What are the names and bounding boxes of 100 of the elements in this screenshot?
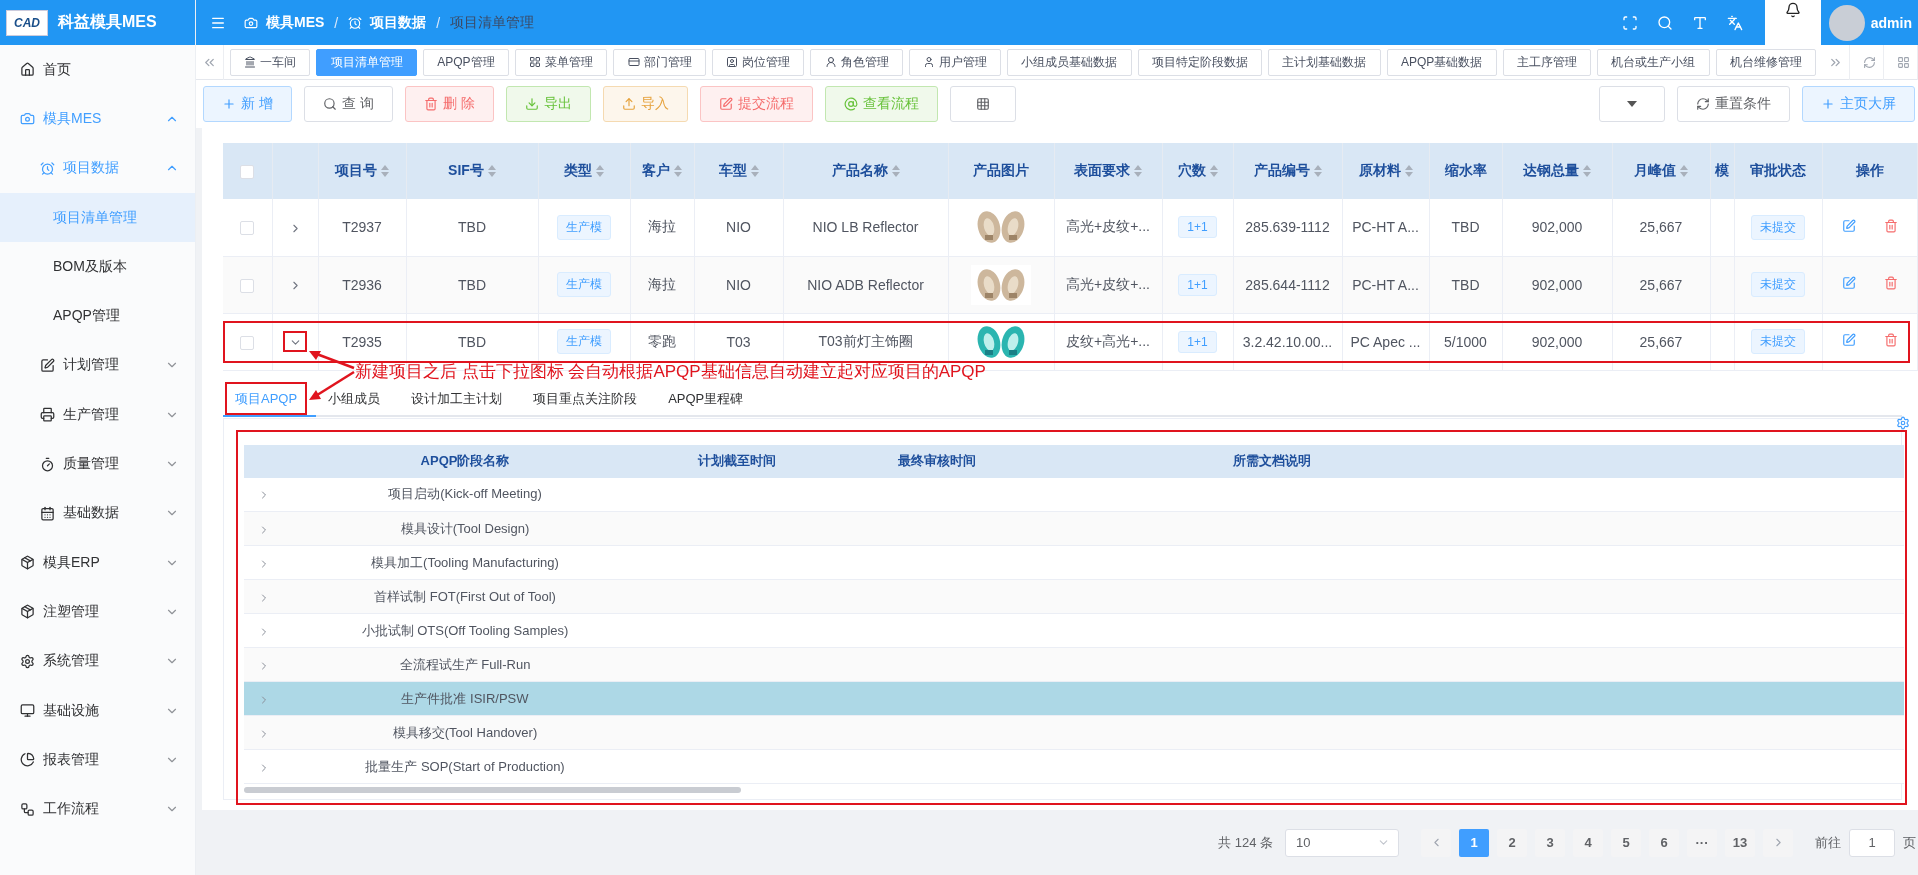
edit-icon[interactable]	[1841, 218, 1856, 233]
search-icon[interactable]	[1656, 14, 1673, 31]
tab[interactable]: 机台维修管理	[1715, 48, 1816, 76]
column-header[interactable]: 穴数	[1177, 162, 1206, 180]
sidebar-item[interactable]: 工作流程	[0, 784, 195, 834]
avatar[interactable]	[1828, 4, 1865, 41]
tab[interactable]: APQP管理	[422, 48, 509, 76]
trash-icon[interactable]	[1883, 276, 1898, 290]
trash-icon[interactable]	[1883, 333, 1898, 347]
sort-icon[interactable]	[1209, 165, 1218, 177]
tab[interactable]: 设计加工主计划	[399, 383, 522, 417]
refresh-icon	[1696, 97, 1710, 111]
sort-icon[interactable]	[1134, 165, 1142, 177]
workflow-icon	[20, 801, 35, 817]
fullscreen-icon[interactable]	[1621, 14, 1638, 31]
column-header[interactable]: 类型	[564, 162, 592, 180]
toolbar-button[interactable]: 重置条件	[1677, 86, 1790, 122]
grid-button[interactable]	[949, 86, 1016, 122]
sidebar-item[interactable]: 质量管理	[0, 439, 195, 489]
sort-icon[interactable]	[381, 165, 389, 177]
annotation-text: 新建项目之后 点击下拉图标 会自动根据APQP基础信息自动建立起对应项目的APQP	[355, 363, 986, 380]
font-size-icon[interactable]	[1691, 14, 1708, 31]
bell-icon[interactable]	[1784, 2, 1801, 18]
column-header[interactable]: 项目号	[335, 162, 377, 180]
column-header[interactable]: 表面要求	[1074, 162, 1130, 180]
toolbar-button[interactable]: 查 询	[303, 86, 393, 122]
page-button[interactable]: ···	[1687, 828, 1717, 857]
sidebar-item[interactable]: 注塑管理	[0, 587, 195, 637]
tab[interactable]: 机台或生产小组	[1597, 48, 1710, 76]
sidebar-item[interactable]: 基础设施	[0, 685, 195, 736]
grid-icon[interactable]	[1897, 55, 1910, 69]
page-size-select[interactable]: 10	[1285, 828, 1399, 857]
tab[interactable]: 项目重点关注阶段	[521, 383, 657, 417]
page-button[interactable]: 6	[1649, 828, 1679, 857]
prev-page-button[interactable]	[1421, 828, 1451, 857]
tab[interactable]: 一车间	[230, 48, 311, 76]
edit-icon[interactable]	[1841, 333, 1856, 347]
tab[interactable]: APQP里程碑	[656, 383, 763, 417]
page-button[interactable]: 5	[1611, 828, 1641, 857]
translate-icon[interactable]	[1726, 14, 1743, 31]
column-header[interactable]: 车型	[718, 162, 747, 180]
tab[interactable]: 用户管理	[908, 48, 1002, 76]
sidebar-item[interactable]: 模具ERP	[0, 537, 195, 588]
column-header[interactable]: 产品编号	[1253, 162, 1310, 180]
sidebar-item[interactable]: 基础数据	[0, 488, 195, 538]
sidebar-item[interactable]: 首页	[0, 45, 195, 95]
sort-icon[interactable]	[674, 165, 682, 177]
column-header[interactable]: 原材料	[1358, 162, 1401, 180]
checkbox[interactable]	[240, 221, 255, 236]
sidebar-item[interactable]: 计划管理	[0, 340, 195, 391]
column-header[interactable]: 月峰值	[1634, 162, 1676, 180]
sort-icon[interactable]	[1313, 165, 1322, 177]
refresh-icon[interactable]	[1863, 55, 1876, 69]
sort-icon[interactable]	[750, 165, 759, 177]
checkbox[interactable]	[240, 278, 255, 293]
column-header[interactable]: 产品名称	[831, 162, 888, 180]
page-button[interactable]: 2	[1497, 828, 1527, 857]
tab[interactable]: APQP基础数据	[1386, 48, 1497, 76]
tab[interactable]: 角色管理	[810, 48, 903, 76]
tab[interactable]: 项目特定阶段数据	[1137, 48, 1263, 76]
column-header[interactable]: 达钢总量	[1523, 162, 1579, 180]
tab[interactable]: 岗位管理	[711, 48, 805, 76]
sort-icon[interactable]	[1680, 165, 1688, 177]
column-header[interactable]: SIF号	[448, 162, 484, 180]
horizontal-scrollbar[interactable]	[244, 787, 741, 793]
timer-icon	[40, 456, 55, 472]
sidebar-item[interactable]: 生产管理	[0, 390, 195, 440]
checkbox[interactable]	[240, 165, 255, 180]
sort-icon[interactable]	[1404, 165, 1413, 177]
tab[interactable]: 菜单管理	[514, 48, 608, 76]
tab[interactable]: 部门管理	[613, 48, 706, 76]
sidebar-item[interactable]: 报表管理	[0, 735, 195, 785]
edit-icon[interactable]	[1841, 276, 1856, 290]
tab[interactable]: 主工序管理	[1502, 48, 1591, 76]
sidebar-item[interactable]: BOM及版本	[0, 242, 195, 292]
next-page-button[interactable]	[1763, 828, 1793, 857]
settings-icon[interactable]	[1896, 416, 1910, 430]
tab[interactable]: 小组成员	[316, 383, 400, 417]
column-header: 所需文档说明	[1233, 453, 1311, 468]
page-button[interactable]: 13	[1725, 828, 1755, 857]
page-button[interactable]: 4	[1573, 828, 1603, 857]
table-cell: NIO	[726, 276, 751, 293]
sidebar-item[interactable]: 系统管理	[0, 636, 195, 686]
page-input[interactable]: 1	[1849, 828, 1895, 857]
sidebar-item[interactable]: APQP管理	[0, 291, 195, 341]
id-card-icon	[627, 56, 640, 68]
dropdown-button[interactable]	[1599, 86, 1665, 122]
sort-icon[interactable]	[596, 165, 604, 177]
sort-icon[interactable]	[1583, 165, 1591, 177]
sort-icon[interactable]	[487, 165, 496, 177]
column-header[interactable]: 客户	[642, 162, 670, 180]
page-button[interactable]: 3	[1535, 828, 1565, 857]
checkbox[interactable]	[240, 335, 255, 350]
column-header: 最终审核时间	[898, 453, 976, 468]
sort-icon[interactable]	[891, 165, 900, 177]
tab[interactable]: 主计划基础数据	[1268, 48, 1381, 76]
trash-icon	[423, 97, 438, 111]
trash-icon[interactable]	[1883, 218, 1898, 233]
tab[interactable]: 小组成员基础数据	[1007, 48, 1132, 76]
search-icon	[322, 97, 337, 111]
